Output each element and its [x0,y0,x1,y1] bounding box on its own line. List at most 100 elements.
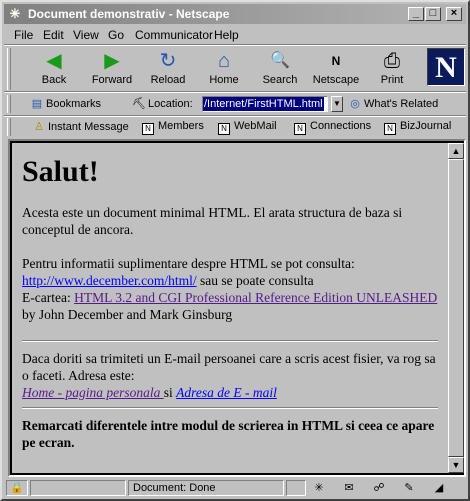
resources-paragraph: Pentru informatii suplimentare despre HT… [22,255,438,323]
netscape-icon: N [331,54,341,68]
netscape-label: Netscape [312,74,360,86]
bookmarks-icon: ▤ [31,98,43,110]
menu-help[interactable]: Help [214,28,239,42]
whats-related-button[interactable]: ◎ What's Related [348,97,438,110]
resources-after-link: sau se poate consulta [196,273,314,288]
toolbar-grip[interactable] [7,48,11,90]
person-icon: ♙ [34,121,44,133]
back-label: Back [41,74,67,86]
location-label-group: ⛏ Location: [132,97,193,110]
search-button[interactable]: 🔍 Search [252,48,308,90]
ecartea-label: E-cartea: [22,290,75,305]
bizjournal-label: BizJournal [400,120,452,132]
personal-grip[interactable] [7,118,11,136]
online-indicator [286,480,306,496]
scroll-thumb[interactable] [448,159,464,457]
home-page-link[interactable]: Home - pagina personala [22,385,164,400]
groups-component-icon[interactable]: ☍ [370,480,388,496]
forward-arrow-icon: ▶ [104,50,120,72]
closing-note: Remarcati diferentele intre modul de scr… [22,418,435,450]
title-bar: ✳ Document demonstrativ - Netscape _ □ × [4,4,466,24]
bookmarks-label: Bookmarks [46,98,102,110]
reload-label: Reload [150,74,186,86]
webmail-icon: N [218,123,230,135]
status-bar: 🔒 Document: Done ✳ ✉ ☍ ✎ ◢ [4,479,466,497]
email-address-link[interactable]: Adresa de E - mail [176,385,277,400]
close-button[interactable]: × [446,7,462,21]
menu-communicator[interactable]: Communicator [135,28,213,42]
webmail-button[interactable]: N WebMail [218,120,277,135]
scroll-up-button[interactable]: ▲ [448,143,464,159]
whats-related-icon: ◎ [350,98,360,110]
location-toolbar: ▤ Bookmarks ⛏ Location: /Internet/FirstHTM… [4,93,466,115]
security-icon[interactable]: 🔒 [6,480,28,496]
location-input[interactable]: /Internet/FirstHTML.html [202,96,328,112]
reload-icon: ↻ [159,50,177,72]
email-intro: Daca doriti sa trimiteti un E-mail perso… [22,351,436,383]
netscape-button[interactable]: N Netscape [308,48,364,90]
print-label: Print [380,74,404,86]
search-icon: 🔍 [270,52,290,69]
menu-go[interactable]: Go [108,28,124,42]
page-content[interactable]: Salut! Acesta este un document minimal H… [12,143,448,473]
instant-message-button[interactable]: ♙ Instant Message [32,120,129,133]
forward-button[interactable]: ▶ Forward [84,48,140,90]
email-paragraph: Daca doriti sa trimiteti un E-mail perso… [22,350,438,401]
connections-icon: N [294,123,306,135]
location-label: Location: [148,98,193,110]
forward-label: Forward [91,74,133,86]
menu-edit[interactable]: Edit [43,28,64,42]
divider-1 [22,340,438,342]
composer-component-icon[interactable]: ✎ [400,480,418,496]
intro-paragraph: Acesta este un document minimal HTML. El… [22,205,403,237]
netscape-logo[interactable]: N [427,48,465,86]
location-dropdown-button[interactable]: ▼ [331,96,343,112]
status-text: Document: Done [128,480,284,496]
navigator-component-icon[interactable]: ✳ [310,480,328,496]
minimize-button[interactable]: _ [408,7,424,21]
members-label: Members [158,120,204,132]
maximize-button[interactable]: □ [425,7,441,21]
connections-button[interactable]: N Connections [294,120,371,135]
back-button[interactable]: ◀ Back [26,48,82,90]
resize-grip-icon[interactable]: ◢ [430,480,448,496]
members-button[interactable]: N Members [142,120,204,135]
bizjournal-icon: N [384,123,396,135]
print-button[interactable]: ⎙ Print [364,48,420,90]
vertical-scrollbar[interactable]: ▲ ▼ [448,143,464,473]
navigation-toolbar: ◀ Back ▶ Forward ↻ Reload ⌂ Home 🔍 Searc… [4,46,466,92]
home-icon: ⌂ [217,50,231,72]
book-link[interactable]: HTML 3.2 and CGI Professional Reference … [74,290,437,305]
netscape-app-icon[interactable]: ✳ [7,6,23,22]
search-label: Search [262,74,298,86]
home-button[interactable]: ⌂ Home [196,48,252,90]
location-grip[interactable] [7,95,11,113]
scroll-down-button[interactable]: ▼ [448,457,464,473]
book-authors: by John December and Mark Ginsburg [22,307,233,322]
december-link[interactable]: http://www.december.com/html/ [22,273,197,288]
bookmarks-button[interactable]: ▤ Bookmarks [30,97,101,110]
members-icon: N [142,123,154,135]
webmail-label: WebMail [234,120,277,132]
reload-button[interactable]: ↻ Reload [140,48,196,90]
instant-message-label: Instant Message [48,121,129,133]
menu-view[interactable]: View [73,28,99,42]
location-url: /Internet/FirstHTML.html [203,97,324,111]
mail-component-icon[interactable]: ✉ [340,480,358,496]
conjunction-si: si [163,385,177,400]
home-label: Home [209,74,239,86]
divider-2 [22,407,438,409]
back-arrow-icon: ◀ [46,50,62,72]
window-title: Document demonstrativ - Netscape [28,7,230,21]
menu-file[interactable]: File [14,28,33,42]
resources-intro: Pentru informatii suplimentare despre HT… [22,256,355,271]
location-icon: ⛏ [132,98,146,110]
content-frame: Salut! Acesta este un document minimal H… [8,139,466,477]
printer-icon: ⎙ [384,50,400,72]
bizjournal-button[interactable]: N BizJournal [384,120,451,135]
progress-panel [30,480,126,496]
connections-label: Connections [310,120,372,132]
personal-toolbar: ♙ Instant Message N Members N WebMail N Conn… [4,116,466,138]
browser-window: ✳ Document demonstrativ - Netscape _ □ ×… [0,0,470,501]
whats-related-label: What's Related [364,98,439,110]
